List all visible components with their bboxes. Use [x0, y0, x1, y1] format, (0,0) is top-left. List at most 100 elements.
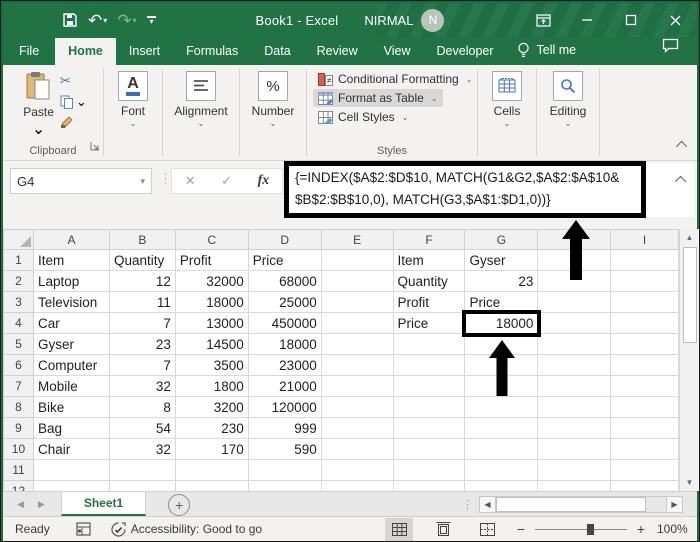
- row-header-6[interactable]: 6: [4, 355, 34, 376]
- tab-formulas[interactable]: Formulas: [173, 38, 251, 65]
- scroll-down-icon[interactable]: ▼: [680, 474, 699, 491]
- cell-G6[interactable]: [465, 355, 538, 376]
- zoom-level[interactable]: 100%: [657, 522, 697, 536]
- cell-I3[interactable]: [611, 292, 679, 313]
- paste-dropdown-caret[interactable]: ⌄: [32, 119, 45, 139]
- cell-C9[interactable]: 230: [175, 418, 248, 439]
- cell-B4[interactable]: 7: [109, 313, 175, 334]
- cell-G5[interactable]: [465, 334, 538, 355]
- column-header-D[interactable]: D: [248, 230, 321, 250]
- user-name[interactable]: NIRMAL: [364, 13, 413, 28]
- row-header-10[interactable]: 10: [4, 439, 34, 460]
- horizontal-scrollbar-thumb[interactable]: [496, 497, 646, 512]
- cell-D8[interactable]: 120000: [248, 397, 321, 418]
- cell-H10[interactable]: [538, 439, 611, 460]
- select-all-button[interactable]: [4, 230, 34, 250]
- cell-B5[interactable]: 23: [109, 334, 175, 355]
- cell-D6[interactable]: 23000: [248, 355, 321, 376]
- cell-E9[interactable]: [321, 418, 393, 439]
- cell-B7[interactable]: 32: [109, 376, 175, 397]
- cell-E11[interactable]: [321, 460, 393, 481]
- cell-E1[interactable]: [321, 250, 393, 271]
- cell-I2[interactable]: [611, 271, 679, 292]
- cell-C1[interactable]: Profit: [175, 250, 248, 271]
- cell-G10[interactable]: [465, 439, 538, 460]
- cell-G1[interactable]: Gyser: [465, 250, 538, 271]
- collapse-ribbon-button[interactable]: [679, 136, 687, 154]
- cell-A4[interactable]: Car: [33, 313, 109, 334]
- column-header-G[interactable]: G: [465, 230, 538, 250]
- cell-F3[interactable]: Profit: [393, 292, 465, 313]
- cell-H1[interactable]: [538, 250, 611, 271]
- cell-F5[interactable]: [393, 334, 465, 355]
- cell-H11[interactable]: [538, 460, 611, 481]
- alignment-group-button[interactable]: Alignment ⌄: [168, 69, 233, 130]
- cell-A8[interactable]: Bike: [33, 397, 109, 418]
- horizontal-scrollbar-track[interactable]: [496, 496, 666, 513]
- insert-function-icon[interactable]: fx: [258, 173, 270, 189]
- row-header-8[interactable]: 8: [4, 397, 34, 418]
- scroll-left-icon[interactable]: ◀: [479, 496, 496, 513]
- cell-G8[interactable]: [465, 397, 538, 418]
- save-button[interactable]: [59, 8, 81, 32]
- cell-I5[interactable]: [611, 334, 679, 355]
- editing-group-button[interactable]: Editing ⌄: [544, 69, 593, 130]
- cell-I8[interactable]: [611, 397, 679, 418]
- cell-D4[interactable]: 450000: [248, 313, 321, 334]
- undo-dropdown-caret[interactable]: ▾: [103, 16, 107, 25]
- cell-B2[interactable]: 12: [109, 271, 175, 292]
- cell-E8[interactable]: [321, 397, 393, 418]
- cell-A5[interactable]: Gyser: [33, 334, 109, 355]
- cell-B8[interactable]: 8: [109, 397, 175, 418]
- name-box-caret[interactable]: ▾: [140, 176, 145, 187]
- scrollbar-resize-handle[interactable]: ⋮: [462, 498, 473, 511]
- account-area[interactable]: NIRMAL N: [364, 9, 444, 32]
- tab-review[interactable]: Review: [304, 38, 371, 65]
- normal-view-button[interactable]: [385, 518, 413, 541]
- redo-button[interactable]: ↷▾: [114, 8, 139, 32]
- cell-E2[interactable]: [321, 271, 393, 292]
- cell-C7[interactable]: 1800: [175, 376, 248, 397]
- cell-styles-button[interactable]: Cell Styles ⌄: [313, 108, 413, 126]
- tab-developer[interactable]: Developer: [424, 38, 507, 65]
- cell-I7[interactable]: [611, 376, 679, 397]
- cell-A2[interactable]: Laptop: [33, 271, 109, 292]
- number-group-button[interactable]: % Number ⌄: [246, 69, 301, 130]
- cell-D9[interactable]: 999: [248, 418, 321, 439]
- column-header-E[interactable]: E: [321, 230, 393, 250]
- cell-A10[interactable]: Chair: [33, 439, 109, 460]
- cell-A7[interactable]: Mobile: [33, 376, 109, 397]
- cell-C4[interactable]: 13000: [175, 313, 248, 334]
- cell-B6[interactable]: 7: [109, 355, 175, 376]
- minimize-button[interactable]: [565, 3, 609, 37]
- scroll-right-icon[interactable]: ▶: [666, 496, 683, 513]
- tab-file[interactable]: File: [3, 38, 55, 65]
- cell-F9[interactable]: [393, 418, 465, 439]
- cell-H9[interactable]: [538, 418, 611, 439]
- undo-button[interactable]: ↶▾: [85, 8, 110, 32]
- redo-dropdown-caret[interactable]: ▾: [133, 16, 137, 25]
- conditional-formatting-button[interactable]: ≠ Conditional Formatting ⌄: [313, 70, 477, 88]
- column-header-H[interactable]: H: [538, 230, 611, 250]
- cell-C10[interactable]: 170: [175, 439, 248, 460]
- cut-button[interactable]: ✂: [60, 73, 87, 89]
- row-header-1[interactable]: 1: [4, 250, 34, 271]
- enter-entry-icon[interactable]: ✓: [221, 173, 232, 189]
- cell-E7[interactable]: [321, 376, 393, 397]
- cell-B1[interactable]: Quantity: [109, 250, 175, 271]
- cell-F7[interactable]: [393, 376, 465, 397]
- cell-A9[interactable]: Bag: [33, 418, 109, 439]
- column-header-F[interactable]: F: [393, 230, 465, 250]
- cells-group-button[interactable]: Cells ⌄: [486, 69, 528, 130]
- tab-data[interactable]: Data: [251, 38, 303, 65]
- format-painter-button[interactable]: [60, 115, 87, 129]
- vertical-scrollbar-thumb[interactable]: [683, 247, 697, 343]
- copy-dropdown-caret[interactable]: ⌄: [76, 94, 87, 110]
- zoom-slider[interactable]: [535, 529, 627, 530]
- cell-F8[interactable]: [393, 397, 465, 418]
- cell-H5[interactable]: [538, 334, 611, 355]
- cell-H8[interactable]: [538, 397, 611, 418]
- cell-C6[interactable]: 3500: [175, 355, 248, 376]
- cell-F6[interactable]: [393, 355, 465, 376]
- close-button[interactable]: [653, 3, 697, 37]
